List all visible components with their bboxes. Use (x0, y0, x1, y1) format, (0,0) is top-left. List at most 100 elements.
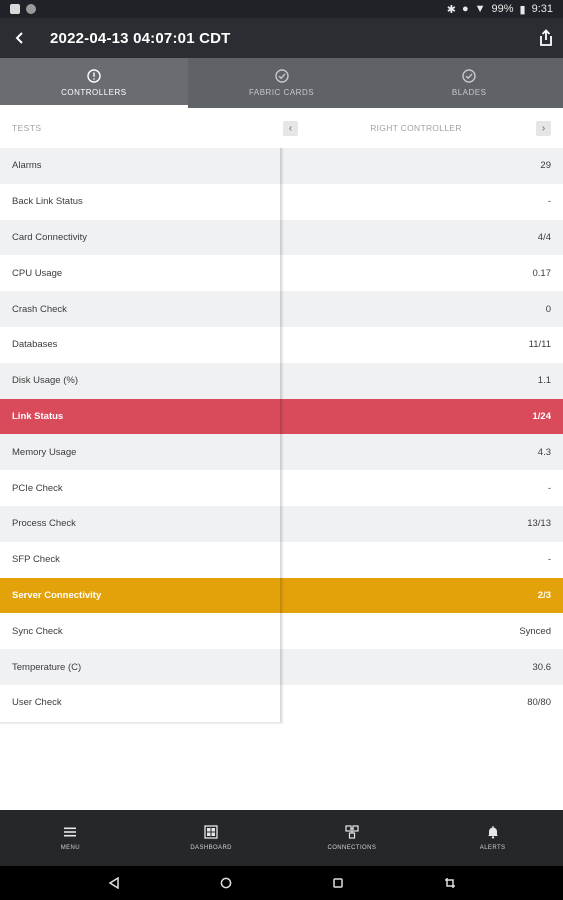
test-value: - (547, 482, 551, 494)
test-value: - (547, 554, 551, 566)
check-circle-icon (274, 69, 289, 83)
nav-label: ALERTS (479, 845, 506, 851)
test-value: - (547, 196, 551, 208)
nav-label: DASHBOARD (190, 845, 232, 851)
test-value: 0 (545, 303, 551, 315)
test-value: 80/80 (527, 697, 551, 709)
next-column-button[interactable]: › (536, 120, 551, 136)
test-name: SFP Check (12, 554, 60, 566)
system-home-button[interactable] (170, 866, 282, 900)
table-row[interactable]: Process Check 13/13 (0, 505, 563, 542)
menu-icon (64, 827, 77, 837)
tab-controllers[interactable]: CONTROLLERS (0, 58, 188, 108)
chevron-left-icon: ‹ (288, 122, 293, 134)
square-recents-icon (332, 878, 343, 888)
test-name: Card Connectivity (12, 231, 87, 243)
table-row[interactable]: Disk Usage (%) 1.1 (0, 362, 563, 399)
table-header: TESTS ‹ RIGHT CONTROLLER › (0, 110, 563, 146)
table-row[interactable]: Memory Usage 4.3 (0, 434, 563, 471)
triangle-back-icon (108, 877, 119, 889)
table-row[interactable]: Temperature (C) 30.6 (0, 649, 563, 685)
previous-column-button[interactable]: ‹ (283, 120, 298, 136)
table-row[interactable]: Link Status 1/24 (0, 398, 563, 435)
table-row[interactable]: Server Connectivity 2/3 (0, 577, 563, 614)
wifi-icon: ▼ (474, 3, 486, 15)
system-navigation-bar (0, 866, 563, 900)
bottom-navigation: MENU DASHBOARD CONNECTIONS ALERTS (0, 810, 563, 866)
system-back-button[interactable] (58, 866, 170, 900)
test-value: 4.3 (537, 446, 551, 458)
nav-dashboard[interactable]: DASHBOARD (141, 810, 282, 866)
nav-connections[interactable]: CONNECTIONS (282, 810, 423, 866)
tab-label: FABRIC CARDS (248, 88, 315, 97)
test-name: Server Connectivity (12, 589, 102, 601)
test-name: Alarms (12, 160, 42, 172)
table-row[interactable]: CPU Usage 0.17 (0, 255, 563, 292)
dashboard-icon (204, 825, 218, 839)
test-value: 2/3 (537, 589, 551, 601)
tab-bar: CONTROLLERS FABRIC CARDS BLADES (0, 58, 563, 108)
table-row[interactable]: SFP Check - (0, 541, 563, 578)
notification-dot-icon (26, 4, 36, 14)
test-name: Link Status (12, 410, 64, 422)
tests-column-header: TESTS (12, 123, 42, 133)
nav-alerts[interactable]: ALERTS (422, 810, 563, 866)
nav-menu[interactable]: MENU (0, 810, 141, 866)
test-value: 29 (540, 160, 551, 172)
table-row[interactable]: Sync Check Synced (0, 613, 563, 650)
table-row[interactable]: User Check 80/80 (0, 684, 563, 721)
page-title: 2022-04-13 04:07:01 CDT (50, 29, 231, 47)
table-row[interactable]: Alarms 29 (0, 148, 563, 184)
table-row[interactable]: Crash Check 0 (0, 291, 563, 327)
notification-icon (10, 4, 20, 14)
test-value: 13/13 (527, 518, 551, 530)
table-row[interactable]: Back Link Status - (0, 183, 563, 220)
table-row[interactable]: PCIe Check - (0, 470, 563, 506)
table-row[interactable]: Card Connectivity 4/4 (0, 219, 563, 256)
status-bar: ✱ ● ▼ 99% ▮ 9:31 (0, 0, 563, 18)
share-icon (540, 29, 552, 46)
share-button[interactable] (529, 18, 563, 58)
test-name: CPU Usage (12, 267, 63, 279)
test-value: Synced (519, 625, 551, 637)
tab-label: BLADES (451, 88, 487, 97)
tab-fabric-cards[interactable]: FABRIC CARDS (188, 58, 376, 108)
status-time: 9:31 (531, 3, 553, 15)
connections-icon (345, 825, 359, 839)
test-value: 1.1 (537, 375, 551, 387)
status-bar-left (10, 4, 36, 14)
tab-label: CONTROLLERS (61, 88, 127, 97)
system-rotate-button[interactable] (394, 866, 506, 900)
test-name: Crash Check (12, 303, 67, 315)
tab-blades[interactable]: BLADES (375, 58, 563, 108)
chevron-left-icon (15, 32, 23, 44)
sticky-column-bottom-shadow (0, 722, 283, 725)
test-value: 11/11 (528, 339, 551, 351)
test-results-table: Alarms 29 Back Link Status - Card Connectivi… (0, 148, 563, 721)
battery-text: 99% (491, 3, 514, 15)
test-name: Disk Usage (%) (12, 375, 78, 387)
table-row[interactable]: Databases 11/11 (0, 326, 563, 363)
battery-icon: ▮ (519, 3, 526, 16)
test-name: PCIe Check (12, 482, 63, 494)
test-name: User Check (12, 697, 62, 709)
back-button[interactable] (0, 18, 40, 58)
bluetooth-icon: ✱ (446, 3, 456, 16)
info-circle-icon (87, 69, 101, 83)
nav-label: CONNECTIONS (327, 845, 377, 851)
dnd-icon: ● (461, 3, 469, 15)
test-name: Sync Check (12, 625, 63, 637)
test-value: 0.17 (532, 267, 552, 279)
nav-label: MENU (60, 845, 81, 851)
test-name: Back Link Status (12, 196, 83, 208)
test-name: Memory Usage (12, 446, 77, 458)
test-value: 1/24 (532, 410, 552, 422)
system-recents-button[interactable] (282, 866, 394, 900)
test-name: Process Check (12, 518, 76, 530)
controller-column-header: RIGHT CONTROLLER (370, 123, 462, 133)
chevron-right-icon: › (541, 122, 546, 134)
check-circle-icon (462, 69, 476, 83)
test-value: 30.6 (532, 661, 552, 673)
test-value: 4/4 (537, 231, 551, 243)
test-name: Databases (12, 339, 58, 351)
